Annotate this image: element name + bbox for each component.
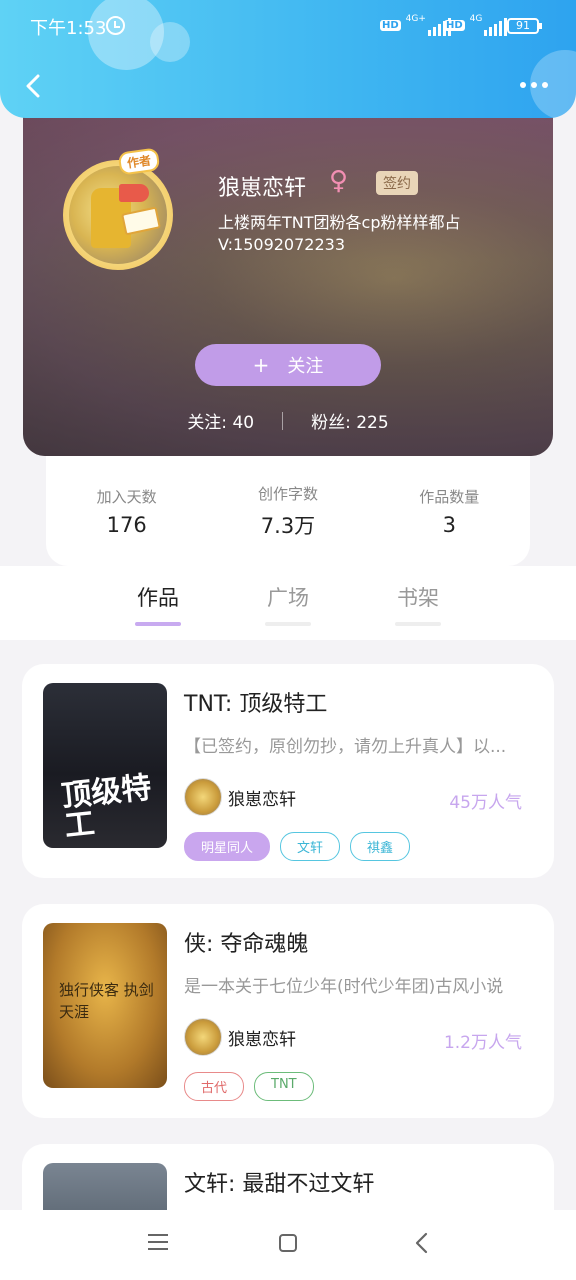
book-description: 是一本关于七位少年(时代少年团)古风小说 — [184, 977, 504, 997]
bio-line: 上楼两年TNT团粉各cp粉样样都占 — [218, 213, 461, 232]
popularity: 1.2万人气 — [443, 1033, 522, 1053]
profile-card: 作者 狼崽恋轩 ♀ 签约 上楼两年TNT团粉各cp粉样样都占 V:1509207… — [23, 100, 553, 456]
follow-label: 关注 — [287, 356, 324, 377]
book-author[interactable]: 狼崽恋轩 — [184, 1018, 296, 1056]
system-nav-bar — [0, 1210, 576, 1280]
network-label: 4G — [469, 14, 483, 24]
network-label: 4G+ — [405, 14, 426, 24]
follow-button[interactable]: + 关注 — [195, 344, 381, 386]
signed-badge: 签约 — [376, 171, 418, 195]
tab-bar: 作品 广场 书架 — [0, 566, 576, 640]
fans-count[interactable]: 粉丝: 225 — [311, 408, 389, 433]
tag[interactable]: 祺鑫 — [350, 832, 411, 861]
tab-square[interactable]: 广场 — [258, 582, 318, 626]
hd-label: HD — [444, 19, 465, 31]
following-count[interactable]: 关注: 40 — [187, 408, 254, 433]
hd-label: HD — [380, 19, 401, 31]
tag[interactable]: 明星同人 — [184, 832, 271, 861]
book-cover[interactable]: 独行侠客 执剑天涯 — [43, 923, 167, 1088]
stat-words: 创作字数 7.3万 — [257, 484, 318, 538]
menu-icon[interactable] — [148, 1234, 168, 1250]
book-title[interactable]: 侠: 夺命魂魄 — [184, 926, 308, 958]
author-mini-avatar — [184, 778, 222, 816]
book-author[interactable]: 狼崽恋轩 — [184, 778, 296, 816]
divider — [282, 411, 284, 430]
book-cover[interactable]: 顶级特工 — [43, 683, 167, 848]
tab-works[interactable]: 作品 — [128, 582, 188, 626]
back-icon[interactable] — [412, 1232, 432, 1254]
decor-bubble — [150, 22, 190, 62]
follow-stats: 关注: 40 粉丝: 225 — [23, 408, 553, 433]
female-gender-icon: ♀ — [329, 166, 349, 196]
bio-line: V:15092072233 — [218, 235, 346, 254]
signal-2: HD 4G — [444, 14, 508, 36]
tag[interactable]: 文轩 — [280, 832, 341, 861]
signal-1: HD 4G+ — [380, 14, 451, 36]
book-description: 【已签约，原创勿抄，请勿上升真人】以... — [184, 737, 507, 757]
tag[interactable]: TNT — [254, 1072, 314, 1101]
battery-icon: 91 — [507, 18, 542, 34]
top-bar: 下午1:53 HD 4G+ HD 4G 91 — [0, 0, 576, 118]
author-stats-card: 加入天数 176 创作字数 7.3万 作品数量 3 — [46, 456, 530, 566]
book-card[interactable]: 独行侠客 执剑天涯 侠: 夺命魂魄 是一本关于七位少年(时代少年团)古风小说 狼… — [22, 904, 554, 1118]
popularity: 45万人气 — [449, 793, 522, 813]
tag[interactable]: 古代 — [184, 1072, 245, 1101]
author-mini-avatar — [184, 1018, 222, 1056]
chevron-left-icon[interactable] — [22, 74, 46, 98]
book-title[interactable]: TNT: 顶级特工 — [184, 686, 327, 718]
plus-icon: + — [252, 353, 270, 377]
author-name: 狼崽恋轩 — [218, 176, 307, 201]
tag-list: 古代 TNT — [184, 1072, 314, 1101]
more-dots-icon[interactable] — [520, 82, 550, 92]
stat-works: 作品数量 3 — [419, 487, 480, 537]
book-title[interactable]: 文轩: 最甜不过文轩 — [184, 1166, 374, 1198]
author-tag-badge: 作者 — [117, 147, 161, 176]
author-bio: 上楼两年TNT团粉各cp粉样样都占 V:15092072233 — [218, 212, 460, 256]
tag-list: 明星同人 文轩 祺鑫 — [184, 832, 411, 861]
tab-bookshelf[interactable]: 书架 — [388, 582, 448, 626]
book-card[interactable]: 顶级特工 TNT: 顶级特工 【已签约，原创勿抄，请勿上升真人】以... 狼崽恋… — [22, 664, 554, 878]
stat-days: 加入天数 176 — [96, 487, 157, 537]
home-icon[interactable] — [279, 1234, 297, 1252]
alarm-icon — [106, 16, 125, 35]
status-time: 下午1:53 — [30, 18, 107, 39]
